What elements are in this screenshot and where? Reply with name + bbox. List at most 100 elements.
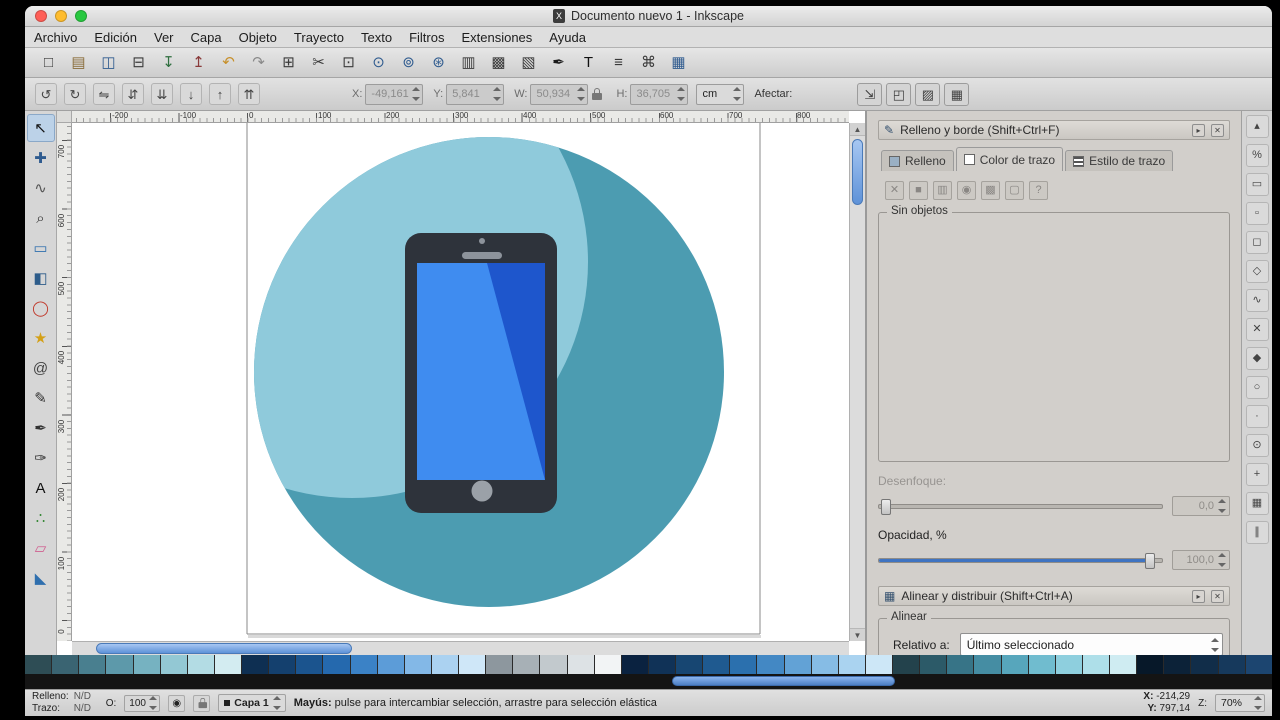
vertical-scrollbar-thumb[interactable] bbox=[852, 139, 863, 205]
palette-swatch[interactable] bbox=[838, 655, 865, 674]
tool-bezier-pen[interactable]: ✒ bbox=[27, 414, 55, 442]
palette-swatch[interactable] bbox=[431, 655, 458, 674]
fill-stroke-panel-header[interactable]: ✎ Relleno y borde (Shift+Ctrl+F) ▸ ✕ bbox=[878, 120, 1230, 140]
open-document-button[interactable]: ▤ bbox=[66, 50, 91, 75]
palette-swatch[interactable] bbox=[947, 655, 974, 674]
align-close-button[interactable]: ✕ bbox=[1211, 589, 1224, 603]
vertical-ruler[interactable]: 700 600 500 400 300 200 100 0 bbox=[57, 123, 72, 641]
horizontal-scrollbar-thumb[interactable] bbox=[96, 643, 352, 654]
snap-nodes-button[interactable]: ◇ bbox=[1245, 260, 1269, 283]
spinner-arrows-icon[interactable] bbox=[492, 87, 501, 101]
layer-selector[interactable]: Capa 1 bbox=[218, 694, 286, 712]
spinner-arrows-icon[interactable] bbox=[148, 696, 157, 710]
unlink-clone-button[interactable]: ▧ bbox=[516, 50, 541, 75]
menu-objeto[interactable]: Objeto bbox=[239, 30, 277, 45]
palette-swatch[interactable] bbox=[160, 655, 187, 674]
fill-stroke-dialog-button[interactable]: ✒ bbox=[546, 50, 571, 75]
paint-radial-gradient-button[interactable]: ◉ bbox=[957, 181, 976, 200]
menu-edicion[interactable]: Edición bbox=[94, 30, 137, 45]
zoom-drawing-button[interactable]: ⊚ bbox=[396, 50, 421, 75]
palette-swatch[interactable] bbox=[1191, 655, 1218, 674]
paint-linear-gradient-button[interactable]: ▥ bbox=[933, 181, 952, 200]
tool-star[interactable]: ★ bbox=[27, 324, 55, 352]
raise-button[interactable]: ↑ bbox=[209, 83, 231, 105]
snap-smooth-nodes-button[interactable]: ○ bbox=[1245, 376, 1269, 399]
palette-swatch[interactable] bbox=[513, 655, 540, 674]
spinner-arrows-icon[interactable] bbox=[676, 87, 685, 101]
align-panel-header[interactable]: ▦ Alinear y distribuir (Shift+Ctrl+A) ▸ … bbox=[878, 586, 1230, 606]
palette-swatch[interactable] bbox=[865, 655, 892, 674]
tab-relleno[interactable]: Relleno bbox=[881, 150, 954, 171]
palette-swatch[interactable] bbox=[703, 655, 730, 674]
menu-trayecto[interactable]: Trayecto bbox=[294, 30, 344, 45]
snap-rotation-center-button[interactable]: + bbox=[1245, 463, 1269, 486]
palette-swatch[interactable] bbox=[377, 655, 404, 674]
palette-swatch[interactable] bbox=[1218, 655, 1245, 674]
xml-editor-button[interactable]: ⌘ bbox=[636, 50, 661, 75]
layer-lock-button[interactable] bbox=[193, 694, 211, 712]
horizontal-ruler[interactable]: -200 -100 0 100 200 300 400 500 600 700 800 bbox=[72, 111, 849, 123]
opacity-slider-handle[interactable] bbox=[1145, 552, 1156, 569]
menu-extensiones[interactable]: Extensiones bbox=[461, 30, 532, 45]
horizontal-scrollbar[interactable] bbox=[72, 641, 849, 655]
zoom-window-button[interactable] bbox=[75, 10, 87, 22]
zoom-selection-button[interactable]: ⊙ bbox=[366, 50, 391, 75]
snap-cusp-nodes-button[interactable]: ◆ bbox=[1245, 347, 1269, 370]
paint-none-button[interactable]: ✕ bbox=[885, 181, 904, 200]
palette-swatch[interactable] bbox=[1082, 655, 1109, 674]
lower-to-bottom-button[interactable]: ⇊ bbox=[151, 83, 173, 105]
palette-swatch[interactable] bbox=[1110, 655, 1137, 674]
tool-calligraphy[interactable]: ✑ bbox=[27, 444, 55, 472]
snap-intersections-button[interactable]: ✕ bbox=[1245, 318, 1269, 341]
rotate-ccw-button[interactable]: ↺ bbox=[35, 83, 57, 105]
tool-rectangle[interactable]: ▭ bbox=[27, 234, 55, 262]
rotate-cw-button[interactable]: ↻ bbox=[64, 83, 86, 105]
snap-paths-button[interactable]: ∿ bbox=[1245, 289, 1269, 312]
minimize-window-button[interactable] bbox=[55, 10, 67, 22]
layer-visibility-button[interactable]: ◉ bbox=[168, 694, 186, 712]
align-collapse-button[interactable]: ▸ bbox=[1192, 589, 1205, 603]
menu-ver[interactable]: Ver bbox=[154, 30, 174, 45]
scroll-down-icon[interactable]: ▼ bbox=[850, 628, 865, 641]
palette-swatch[interactable] bbox=[648, 655, 675, 674]
palette-swatch[interactable] bbox=[187, 655, 214, 674]
palette-swatch[interactable] bbox=[1028, 655, 1055, 674]
paste-button[interactable]: ⊡ bbox=[336, 50, 361, 75]
palette-swatch[interactable] bbox=[540, 655, 567, 674]
tool-paint-bucket[interactable]: ◣ bbox=[27, 564, 55, 592]
drawing-area[interactable] bbox=[72, 123, 849, 641]
opacity-value-input[interactable]: 100,0 bbox=[1172, 550, 1230, 570]
tool-node-editor[interactable]: ✚ bbox=[27, 144, 55, 172]
palette-swatch[interactable] bbox=[79, 655, 106, 674]
palette-swatch[interactable] bbox=[1001, 655, 1028, 674]
menu-filtros[interactable]: Filtros bbox=[409, 30, 444, 45]
opacity-slider[interactable] bbox=[878, 552, 1163, 569]
palette-scrollbar-thumb[interactable] bbox=[672, 676, 895, 686]
palette-swatch[interactable] bbox=[1245, 655, 1272, 674]
affect-pattern-button[interactable]: ▦ bbox=[944, 82, 970, 106]
tool-eraser[interactable]: ▱ bbox=[27, 534, 55, 562]
palette-swatch[interactable] bbox=[323, 655, 350, 674]
palette-swatch[interactable] bbox=[296, 655, 323, 674]
palette-swatch[interactable] bbox=[1164, 655, 1191, 674]
palette-swatch[interactable] bbox=[1055, 655, 1082, 674]
tool-pencil[interactable]: ✎ bbox=[27, 384, 55, 412]
tool-zoom[interactable]: ⌕ bbox=[27, 204, 55, 232]
palette-swatch[interactable] bbox=[52, 655, 79, 674]
width-input[interactable]: 50,934 bbox=[530, 83, 589, 105]
raise-to-top-button[interactable]: ⇈ bbox=[238, 83, 260, 105]
blur-slider[interactable] bbox=[878, 498, 1163, 515]
cut-button[interactable]: ✂ bbox=[306, 50, 331, 75]
snap-bbox-edges-button[interactable]: ▫ bbox=[1245, 202, 1269, 225]
paint-pattern-button[interactable]: ▩ bbox=[981, 181, 1000, 200]
spinner-arrows-icon[interactable] bbox=[1217, 499, 1226, 513]
zoom-input[interactable]: 70% bbox=[1215, 694, 1265, 712]
palette-swatch[interactable] bbox=[404, 655, 431, 674]
spinner-arrows-icon[interactable] bbox=[732, 87, 741, 101]
palette-swatch[interactable] bbox=[594, 655, 621, 674]
tool-text[interactable]: A bbox=[27, 474, 55, 502]
palette-swatch[interactable] bbox=[730, 655, 757, 674]
vertical-scrollbar[interactable]: ▲ ▼ bbox=[849, 123, 865, 641]
blur-value-input[interactable]: 0,0 bbox=[1172, 496, 1230, 516]
export-button[interactable]: ↥ bbox=[186, 50, 211, 75]
